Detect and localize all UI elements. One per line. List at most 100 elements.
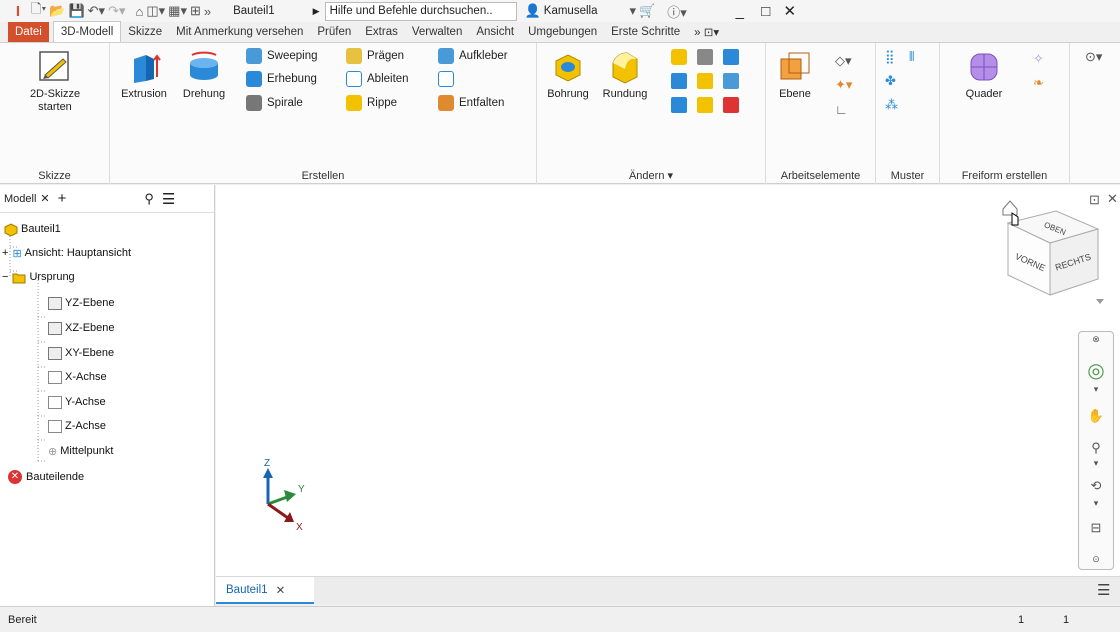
axis-icon [48, 419, 62, 433]
tab-datei[interactable]: Datei [8, 22, 49, 42]
spirale-label: Spirale [267, 97, 303, 109]
help-icon[interactable]: ⓘ▾ [667, 1, 687, 21]
group-label-muster: Muster [890, 170, 925, 182]
tree-item-mittelpunkt[interactable]: ⊕ Mittelpunkt [48, 441, 113, 461]
undo-icon[interactable]: ↶▾ [88, 1, 105, 21]
collapse-icon[interactable]: − [2, 271, 8, 283]
loft-icon [246, 71, 262, 87]
freeform-tool1-icon[interactable]: ✧ [1033, 49, 1044, 69]
pan-icon[interactable]: ✋ [1079, 408, 1113, 424]
viewport-close-icon[interactable]: ✕ [1107, 191, 1118, 207]
appearance-icon[interactable]: ◫▾ [146, 1, 165, 21]
tree-item-yz-ebene[interactable]: YZ-Ebene [48, 293, 115, 313]
tab-3d-modell[interactable]: 3D-Modell [52, 21, 122, 42]
rect-pattern-icon[interactable]: ⣿ [885, 47, 895, 67]
maximize-button[interactable]: □ [755, 3, 777, 20]
navbar-customize-icon[interactable]: ⊙ [1079, 554, 1113, 565]
start-2d-sketch-button[interactable]: 2D-Skizze starten [14, 49, 96, 114]
axis-icon[interactable]: ◇▾ [835, 51, 852, 71]
tree-item-z-achse[interactable]: Z-Achse [48, 416, 106, 436]
quader-button[interactable]: Quader [956, 49, 1012, 101]
tree-item-xy-ebene[interactable]: XY-Ebene [48, 343, 114, 363]
fillet-icon [612, 52, 638, 84]
cart-icon[interactable]: 🛒 [639, 1, 655, 21]
freeform-tool2-icon[interactable]: ❧ [1033, 73, 1044, 93]
rundung-button[interactable]: Rundung [595, 49, 655, 101]
steering-dropdown-icon[interactable]: ▾ [1079, 384, 1113, 395]
tab-mit-anmerkung[interactable]: Mit Anmerkung versehen [169, 22, 310, 42]
tab-pruefen[interactable]: Prüfen [310, 22, 358, 42]
zoom-icon[interactable]: ⚲ [1079, 440, 1113, 456]
sketch-pattern-icon[interactable]: ⁂ [885, 95, 898, 115]
document-tab-close-icon[interactable]: ✕ [276, 583, 286, 597]
tabs-more-icon[interactable]: » ⊡▾ [687, 22, 726, 42]
material-icon[interactable]: ▦▾ [168, 1, 187, 21]
tree-item-ansicht[interactable]: + ⊞ Ansicht: Hauptansicht [2, 243, 131, 263]
mirror-icon[interactable]: ⫴ [909, 47, 914, 67]
document-tab-bar: Bauteil1 ✕ ☰ [216, 576, 1120, 604]
tab-erste-schritte[interactable]: Erste Schritte [604, 22, 687, 42]
close-button[interactable]: ✕ [779, 2, 801, 20]
user-name[interactable]: Kamusella [544, 5, 598, 17]
tree-item-y-achse[interactable]: Y-Achse [48, 392, 106, 412]
tree-item-bauteil1[interactable]: Bauteil1 [4, 219, 61, 239]
drehung-button[interactable]: Drehung [172, 49, 236, 101]
tab-skizze[interactable]: Skizze [121, 22, 169, 42]
group-label-aendern[interactable]: Ändern ▾ [537, 169, 765, 182]
point-icon[interactable]: ✦▾ [835, 75, 852, 95]
modify-tools-icons[interactable] [667, 47, 757, 119]
orbit-icon[interactable]: ⟲ [1079, 478, 1113, 494]
ebene-button[interactable]: Ebene [770, 49, 820, 101]
document-list-icon[interactable]: ☰ [1097, 581, 1110, 599]
look-at-icon[interactable]: ⊟ [1079, 520, 1113, 536]
user-dropdown-icon[interactable]: ▾ [629, 1, 636, 21]
bohrung-button[interactable]: Bohrung [541, 49, 595, 101]
ribbon-options-icon[interactable]: ⊙▾ [1085, 47, 1102, 67]
tree-item-xz-ebene[interactable]: XZ-Ebene [48, 318, 115, 338]
view-cube[interactable]: OBEN VORNE RECHTS [996, 191, 1106, 311]
praegen-button[interactable]: Prägen [346, 46, 404, 66]
ableiten-button[interactable]: Ableiten [346, 69, 409, 89]
tab-verwalten[interactable]: Verwalten [405, 22, 470, 42]
ucs-icon[interactable]: ∟ [835, 99, 848, 119]
tab-extras[interactable]: Extras [358, 22, 405, 42]
steering-wheel-icon[interactable]: ◎ [1079, 358, 1113, 383]
zoom-dropdown-icon[interactable]: ▾ [1079, 458, 1113, 469]
circ-pattern-icon[interactable]: ✤ [885, 71, 896, 91]
tab-ansicht[interactable]: Ansicht [469, 22, 521, 42]
group-label-freiform: Freiform erstellen [961, 170, 1048, 182]
erhebung-label: Erhebung [267, 73, 317, 85]
spirale-button[interactable]: Spirale [246, 93, 303, 113]
redo-icon[interactable]: ↷▾ [108, 1, 125, 21]
open-icon[interactable]: 📂 [49, 1, 65, 21]
more-icon[interactable]: » [204, 1, 211, 21]
sweeping-button[interactable]: Sweeping [246, 46, 318, 66]
praegen-label: Prägen [367, 50, 405, 62]
save-icon[interactable]: 💾 [68, 1, 84, 21]
tab-umgebungen[interactable]: Umgebungen [521, 22, 604, 42]
aufkleber-button[interactable]: Aufkleber [438, 46, 508, 66]
extrusion-icon [134, 54, 161, 83]
parameters-icon[interactable]: ⊞ [190, 1, 201, 21]
import-button[interactable] [438, 69, 459, 89]
rippe-button[interactable]: Rippe [346, 93, 397, 113]
plane-icon [48, 296, 62, 310]
tree-label-x: X-Achse [65, 371, 107, 383]
tree-item-ursprung[interactable]: − Ursprung [2, 267, 75, 287]
minimize-button[interactable]: _ [729, 3, 751, 20]
quader-label: Quader [965, 88, 1003, 100]
home-icon[interactable]: ⌂ [135, 1, 143, 21]
navbar-close-icon[interactable]: ⊗ [1079, 334, 1113, 345]
document-tab-bauteil1[interactable]: Bauteil1 ✕ [216, 577, 314, 604]
tree-item-bauteilende[interactable]: ✕ Bauteilende [8, 467, 84, 487]
new-icon[interactable]: 🗋▾ [31, 1, 46, 21]
graphics-viewport[interactable]: ⊡ ✕ OBEN VORNE RECHTS Z Y X [216, 185, 1120, 604]
entfalten-button[interactable]: Entfalten [438, 93, 504, 113]
help-search-input[interactable]: Hilfe und Befehle durchsuchen.. [324, 1, 517, 21]
erhebung-button[interactable]: Erhebung [246, 69, 317, 89]
expand-icon[interactable]: + [2, 247, 8, 259]
group-freiform: Quader ✧ ❧ Freiform erstellen [940, 43, 1070, 184]
extrusion-button[interactable]: Extrusion [114, 49, 174, 101]
tree-item-x-achse[interactable]: X-Achse [48, 367, 107, 387]
orbit-dropdown-icon[interactable]: ▾ [1079, 498, 1113, 509]
